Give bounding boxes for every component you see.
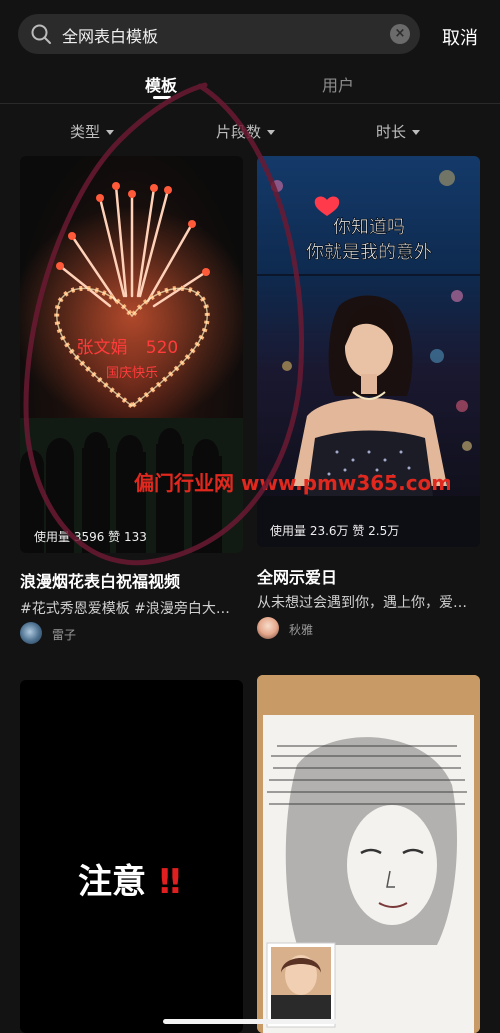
template-title[interactable]: 全网示爱日 xyxy=(257,564,337,588)
tab-bar: 模板 用户 xyxy=(0,68,500,104)
avatar[interactable] xyxy=(257,617,279,639)
filter-type[interactable]: 类型 xyxy=(70,121,115,142)
double-exclamation-icon: ‼ xyxy=(159,862,180,902)
filter-duration-label: 时长 xyxy=(376,123,407,141)
text-portrait-illustration xyxy=(257,675,480,1033)
tab-users[interactable]: 用户 xyxy=(322,72,354,96)
template-description: 从未想过会遇到你，遇上你，爱… xyxy=(257,595,467,611)
search-input[interactable]: 全网表白模板 xyxy=(62,23,158,47)
caption-line-2: 你就是我的意外 xyxy=(306,242,432,263)
usage-stats: 使用量 3596 赞 133 xyxy=(34,530,147,544)
heart-icon xyxy=(314,196,340,216)
template-description: #花式秀恩爱模板 #浪漫旁白大… xyxy=(20,601,230,617)
search-bar[interactable]: 全网表白模板 × xyxy=(18,14,420,54)
filter-segments-label: 片段数 xyxy=(216,123,262,141)
filter-duration[interactable]: 时长 xyxy=(376,121,421,142)
watermark-text: 偏门行业网 www.pmw365.com xyxy=(134,471,450,495)
author-name[interactable]: 雷子 xyxy=(52,626,76,643)
search-icon xyxy=(31,24,51,44)
avatar[interactable] xyxy=(20,622,42,644)
notice-illustration: 注意 ‼ xyxy=(78,862,181,902)
overlay-text-name: 张文娟 xyxy=(77,338,128,358)
template-thumbnail-text-portrait[interactable] xyxy=(257,675,480,1033)
filter-segments[interactable]: 片段数 xyxy=(216,121,276,142)
home-indicator xyxy=(163,1019,337,1024)
caret-down-icon xyxy=(412,130,421,135)
filter-type-label: 类型 xyxy=(70,123,101,141)
overlay-text-520: 520 xyxy=(146,338,178,358)
divider xyxy=(0,103,500,104)
cancel-button[interactable]: 取消 xyxy=(442,24,478,50)
caret-down-icon xyxy=(106,130,115,135)
author-name[interactable]: 秋雅 xyxy=(289,621,313,638)
notice-text: 注意 xyxy=(78,862,146,902)
active-tab-indicator xyxy=(153,96,171,99)
caption-line-1: 你知道吗 xyxy=(333,217,405,238)
watermark: 偏门行业网 www.pmw365.com xyxy=(134,471,450,495)
caret-down-icon xyxy=(267,130,276,135)
template-title[interactable]: 浪漫烟花表白祝福视频 xyxy=(20,568,180,592)
overlay-text-holiday: 国庆快乐 xyxy=(106,366,158,381)
template-thumbnail-notice[interactable]: 注意 ‼ xyxy=(20,680,243,1033)
clear-icon[interactable]: × xyxy=(390,24,410,44)
usage-stats: 使用量 23.6万 赞 2.5万 xyxy=(270,524,400,538)
tab-templates[interactable]: 模板 xyxy=(145,72,177,96)
